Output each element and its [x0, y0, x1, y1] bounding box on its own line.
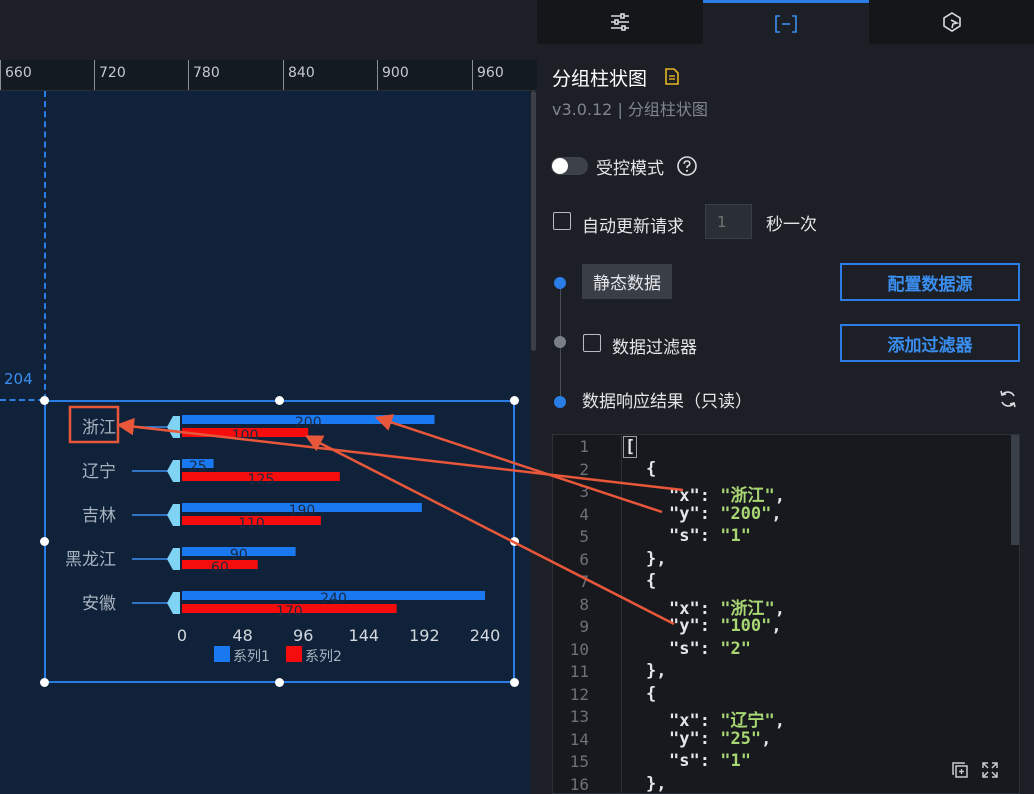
- resize-handle-right[interactable]: [510, 537, 519, 546]
- data-bracket-icon: [775, 14, 797, 33]
- document-icon[interactable]: [665, 68, 679, 85]
- auto-update-label: 自动更新请求: [582, 217, 684, 237]
- controlled-mode-label: 受控模式: [596, 159, 664, 179]
- json-s-value: 1: [730, 526, 741, 546]
- resize-handle-left[interactable]: [40, 537, 49, 546]
- code-line: "y": "200",: [669, 503, 782, 524]
- line-number: 15: [569, 752, 589, 771]
- code-brace: },: [646, 773, 667, 794]
- tab-data[interactable]: [703, 0, 869, 44]
- line-number: 12: [569, 684, 589, 704]
- json-string: "1": [720, 526, 751, 546]
- line-number-gutter: 1 2 3 4 5 6 7 8 9 10 11 12 13 14 15 16: [553, 435, 622, 793]
- step-dot-static: [554, 277, 566, 289]
- step-dot-response: [554, 396, 566, 408]
- selection-box[interactable]: [44, 400, 515, 683]
- line-number: 13: [569, 707, 589, 726]
- resize-handle-top[interactable]: [275, 396, 284, 405]
- editor-scrollbar[interactable]: [1011, 435, 1019, 545]
- auto-update-checkbox[interactable]: [553, 212, 571, 230]
- code-line: "s": "2": [669, 638, 751, 659]
- code-bracket-open: [: [623, 436, 638, 458]
- component-title: 分组柱状图: [552, 68, 648, 90]
- line-number: 9: [579, 617, 589, 636]
- controlled-mode-toggle[interactable]: [551, 157, 588, 175]
- canvas-area[interactable]: 660 720 780 840 900 960 204 浙江 200 100 辽宁 25…: [0, 0, 537, 794]
- line-number: 10: [569, 639, 589, 659]
- line-number: 14: [569, 729, 589, 749]
- json-string: "25": [720, 728, 762, 749]
- code-line: "y": "25",: [669, 728, 772, 749]
- line-number: 11: [569, 662, 589, 681]
- line-number: 6: [579, 549, 589, 569]
- line-number: 5: [579, 527, 589, 546]
- resize-handle-bottom-left[interactable]: [40, 678, 49, 687]
- step-dot-filter: [554, 336, 566, 348]
- code-line: "s": "1": [669, 526, 751, 546]
- line-number: 7: [579, 572, 589, 591]
- json-string: "2": [720, 638, 751, 659]
- code-line: "y": "100",: [669, 616, 782, 636]
- tab-interaction[interactable]: [869, 0, 1034, 44]
- tab-config[interactable]: [537, 0, 703, 44]
- line-number: 2: [579, 459, 589, 479]
- line-number: 16: [569, 774, 589, 794]
- code-brace: {: [646, 458, 657, 479]
- static-data-chip[interactable]: 静态数据: [582, 264, 672, 299]
- code-brace: {: [646, 571, 657, 591]
- line-number: 3: [579, 482, 589, 501]
- line-number: 4: [579, 504, 589, 524]
- resize-handle-top-right[interactable]: [510, 396, 519, 405]
- json-s-value: 1: [730, 751, 741, 771]
- json-string: "200": [720, 503, 772, 524]
- json-y-value: 25: [730, 728, 751, 749]
- fullscreen-icon[interactable]: [981, 761, 999, 779]
- code-brace: {: [646, 683, 657, 704]
- data-filter-label: 数据过滤器: [612, 338, 697, 358]
- config-datasource-button[interactable]: 配置数据源: [840, 263, 1020, 301]
- json-y-value: 200: [730, 503, 762, 524]
- resize-handle-bottom-right[interactable]: [510, 678, 519, 687]
- help-icon[interactable]: [677, 156, 697, 176]
- code-brace: },: [646, 548, 667, 569]
- code-line: "x": "辽宁",: [669, 711, 785, 731]
- settings-panel: 分组柱状图 v3.0.12 | 分组柱状图 受控模式 自动更新请求 秒一次 静态…: [537, 0, 1034, 794]
- interval-unit-label: 秒一次: [766, 215, 817, 235]
- line-number: 8: [579, 594, 589, 614]
- resize-handle-top-left[interactable]: [40, 396, 49, 405]
- json-string: "100": [720, 616, 772, 636]
- component-version: v3.0.12 | 分组柱状图: [552, 100, 708, 119]
- interval-input[interactable]: [705, 204, 752, 239]
- code-line: "x": "浙江",: [669, 486, 785, 506]
- response-result-label: 数据响应结果（只读）: [582, 392, 752, 412]
- add-filter-button[interactable]: 添加过滤器: [840, 324, 1020, 362]
- code-line: "s": "1": [669, 751, 751, 771]
- pointer-icon: [943, 12, 961, 32]
- json-code-editor[interactable]: 1 2 3 4 5 6 7 8 9 10 11 12 13 14 15 16 […: [552, 434, 1020, 794]
- copy-icon[interactable]: [951, 761, 969, 779]
- panel-tabs: [537, 0, 1034, 44]
- json-y-value: 100: [730, 616, 762, 636]
- json-s-value: 2: [730, 638, 741, 659]
- refresh-icon[interactable]: [998, 389, 1018, 409]
- code-line: "x": "浙江",: [669, 598, 785, 619]
- json-string: "1": [720, 751, 751, 771]
- line-number: 1: [579, 437, 589, 456]
- resize-handle-bottom[interactable]: [275, 678, 284, 687]
- toggle-knob: [552, 158, 568, 174]
- sliders-icon: [611, 13, 629, 31]
- data-filter-checkbox[interactable]: [583, 334, 601, 352]
- code-brace: },: [646, 661, 667, 681]
